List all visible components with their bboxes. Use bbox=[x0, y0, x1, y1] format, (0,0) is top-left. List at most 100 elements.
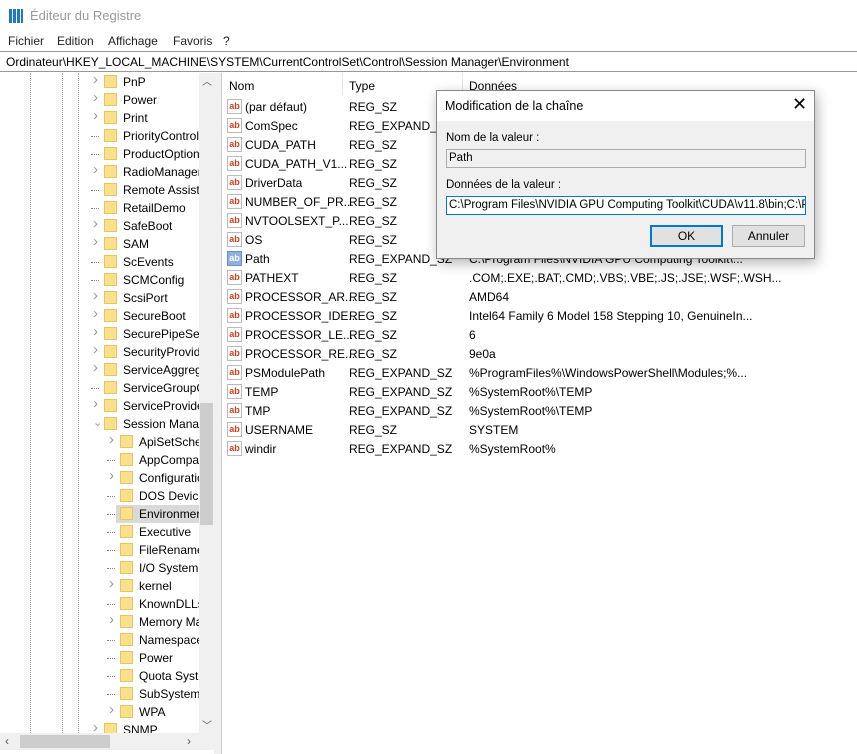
tree-item[interactable]: SubSystems bbox=[0, 685, 206, 703]
chevron-right-icon[interactable]: › bbox=[109, 431, 114, 448]
value-row[interactable]: ab PROCESSOR_RE... REG_SZ 9e0a bbox=[222, 344, 857, 363]
chevron-right-icon[interactable]: › bbox=[93, 341, 98, 358]
chevron-right-icon[interactable]: › bbox=[93, 395, 98, 412]
string-value-icon: ab bbox=[227, 365, 242, 380]
tree-item[interactable]: ›Memory Management bbox=[0, 611, 214, 631]
folder-icon bbox=[104, 237, 117, 250]
chevron-right-icon[interactable]: › bbox=[109, 701, 114, 718]
pane-splitter[interactable] bbox=[214, 73, 222, 754]
value-row[interactable]: ab PROCESSOR_LE... REG_SZ 6 bbox=[222, 325, 857, 344]
ok-button[interactable]: OK bbox=[650, 225, 723, 247]
chevron-right-icon[interactable]: › bbox=[93, 89, 98, 106]
chevron-right-icon[interactable]: › bbox=[93, 287, 98, 304]
tree-item[interactable]: › ScsiPort bbox=[0, 287, 199, 307]
chevron-down-icon[interactable]: ⌄ bbox=[93, 416, 102, 429]
chevron-right-icon[interactable]: › bbox=[93, 215, 98, 232]
chevron-right-icon[interactable]: › bbox=[93, 107, 98, 124]
tree-item[interactable]: › kernel bbox=[0, 575, 199, 595]
tree-horizontal-scrollbar[interactable]: ‹ › bbox=[0, 733, 214, 750]
tree-item[interactable]: ScEvents bbox=[0, 253, 199, 271]
value-row[interactable]: ab PSModulePath REG_EXPAND_SZ %ProgramFiles… bbox=[222, 363, 857, 382]
tree-item-label: kernel bbox=[139, 579, 172, 593]
menu-edition[interactable]: Edition bbox=[57, 34, 94, 48]
chevron-right-icon[interactable]: › bbox=[93, 305, 98, 322]
tree-item[interactable]: › Power bbox=[0, 89, 199, 109]
value-name: USERNAME bbox=[245, 423, 314, 437]
tree-item[interactable]: I/O System bbox=[0, 559, 199, 577]
chevron-right-icon[interactable]: › bbox=[93, 161, 98, 178]
value-row[interactable]: ab PROCESSOR_IDE... REG_SZ Intel64 Family 6… bbox=[222, 306, 857, 325]
tree-item[interactable]: DOS Devices bbox=[0, 487, 211, 505]
tree-item[interactable]: AppCompatCache bbox=[0, 451, 214, 469]
scroll-down-arrow[interactable]: ﹀ bbox=[202, 717, 212, 732]
address-bar[interactable]: Ordinateur\HKEY_LOCAL_MACHINE\SYSTEM\Cur… bbox=[0, 51, 857, 72]
tree-item[interactable]: ›ServiceAggregatedEvents bbox=[0, 359, 214, 379]
column-header-type[interactable]: Type bbox=[349, 79, 375, 93]
tree-item[interactable]: ›ApiSetSchemaExtensions bbox=[0, 431, 214, 451]
tree-item[interactable]: › SecurityProviders bbox=[0, 341, 214, 361]
tree-item[interactable]: Remote Assistance bbox=[0, 181, 214, 199]
tree-item[interactable]: RetailDemo bbox=[0, 199, 199, 217]
value-name: windir bbox=[245, 442, 277, 456]
cancel-button[interactable]: Annuler bbox=[732, 225, 805, 247]
tree-item[interactable]: SCMConfig bbox=[0, 271, 199, 289]
tree-item[interactable]: › SAM bbox=[0, 233, 199, 253]
menu-fichier[interactable]: Fichier bbox=[8, 34, 44, 48]
tree-item[interactable]: › SecureBoot bbox=[0, 305, 199, 325]
value-row[interactable]: ab TEMP REG_EXPAND_SZ %SystemRoot%\TEMP bbox=[222, 382, 857, 401]
tree-item[interactable]: Environment bbox=[0, 505, 206, 523]
value-row[interactable]: ab windir REG_EXPAND_SZ %SystemRoot% bbox=[222, 439, 857, 458]
value-row[interactable]: ab PROCESSOR_AR... REG_SZ AMD64 bbox=[222, 287, 857, 306]
scroll-right-arrow[interactable]: › bbox=[187, 734, 191, 748]
menu-favoris[interactable]: Favoris bbox=[173, 34, 212, 48]
value-row[interactable]: ab TMP REG_EXPAND_SZ %SystemRoot%\TEMP bbox=[222, 401, 857, 420]
tree-item-label: Environment bbox=[139, 507, 207, 521]
value-row[interactable]: ab USERNAME REG_SZ SYSTEM bbox=[222, 420, 857, 439]
menu-affichage[interactable]: Affichage bbox=[108, 34, 158, 48]
folder-icon bbox=[120, 705, 133, 718]
tree-item[interactable]: Executive bbox=[0, 523, 199, 541]
value-type: REG_SZ bbox=[349, 328, 398, 342]
tree-vertical-scrollbar[interactable]: ︿ ﹀ bbox=[199, 73, 214, 733]
tree-item[interactable]: ⌄ Session Manager bbox=[0, 415, 214, 433]
value-name: PROCESSOR_IDE... bbox=[245, 309, 359, 323]
close-icon[interactable]: ✕ bbox=[792, 94, 807, 115]
value-row[interactable]: ab PATHEXT REG_SZ .COM;.EXE;.BAT;.CMD;.VBS;… bbox=[222, 268, 857, 287]
tree-item[interactable]: ServiceGroupOrder bbox=[0, 379, 214, 397]
chevron-right-icon[interactable]: › bbox=[109, 611, 114, 628]
tree-item-label: ServiceProvider bbox=[123, 399, 208, 413]
column-divider[interactable] bbox=[342, 73, 343, 95]
value-data-input[interactable]: C:\Program Files\NVIDIA GPU Computing To… bbox=[446, 196, 806, 215]
chevron-right-icon[interactable]: › bbox=[93, 359, 98, 376]
chevron-right-icon[interactable]: › bbox=[93, 233, 98, 250]
tree-item[interactable]: Power bbox=[0, 649, 199, 667]
scroll-up-arrow[interactable]: ︿ bbox=[202, 73, 212, 88]
menu-help[interactable]: ? bbox=[223, 34, 230, 48]
tree-item[interactable]: PriorityControl bbox=[0, 127, 199, 145]
string-value-icon: ab bbox=[227, 346, 242, 361]
chevron-right-icon[interactable]: › bbox=[93, 323, 98, 340]
tree-item[interactable]: ›RadioManagement bbox=[0, 161, 214, 181]
tree-item[interactable]: ProductOptions bbox=[0, 145, 206, 163]
tree-item[interactable]: Quota System bbox=[0, 667, 214, 685]
tree-item[interactable]: › ServiceProvider bbox=[0, 395, 208, 415]
chevron-right-icon[interactable]: › bbox=[109, 467, 114, 484]
value-type: REG_SZ bbox=[349, 309, 398, 323]
tree-item[interactable]: › Print bbox=[0, 107, 199, 127]
tree-item[interactable]: › SafeBoot bbox=[0, 215, 199, 235]
chevron-right-icon[interactable]: › bbox=[109, 575, 114, 592]
tree-item[interactable]: FileRenameOperations bbox=[0, 541, 214, 559]
column-header-name[interactable]: Nom bbox=[229, 79, 254, 93]
scroll-thumb[interactable] bbox=[20, 735, 110, 748]
scroll-left-arrow[interactable]: ‹ bbox=[5, 734, 9, 748]
folder-icon bbox=[120, 651, 133, 664]
tree-item[interactable]: KnownDLLs bbox=[0, 595, 204, 613]
tree-item[interactable]: › PnP bbox=[0, 73, 199, 91]
tree-item[interactable]: ›Configuration Manager bbox=[0, 467, 214, 487]
scroll-thumb[interactable] bbox=[200, 403, 213, 525]
tree-item[interactable]: ›SecurePipeServers bbox=[0, 323, 214, 343]
chevron-right-icon[interactable]: › bbox=[93, 73, 98, 88]
tree-item[interactable]: › WPA bbox=[0, 701, 199, 721]
tree-item[interactable]: Namespace Separation bbox=[0, 631, 214, 649]
value-type: REG_EXPAND_SZ bbox=[349, 404, 453, 418]
